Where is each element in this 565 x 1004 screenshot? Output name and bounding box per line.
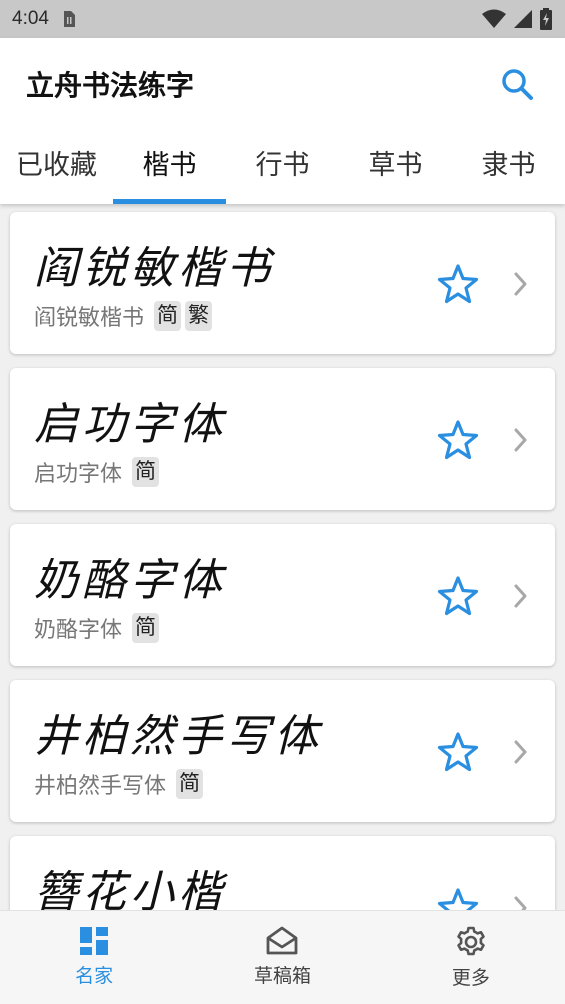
nav-label: 更多 xyxy=(451,967,490,989)
tab-xingshu[interactable]: 行书 xyxy=(226,130,339,204)
star-icon[interactable] xyxy=(436,262,480,306)
traditional-tag: 繁 xyxy=(185,301,213,331)
nav-drafts[interactable]: 草稿箱 xyxy=(188,911,376,1004)
app-bar: 立舟书法练字 已收藏 楷书 行书 草书 隶书 xyxy=(0,38,565,204)
simplified-tag: 简 xyxy=(132,457,160,487)
nav-label: 名家 xyxy=(75,965,114,987)
font-name: 奶酪字体 xyxy=(34,618,123,643)
nav-label: 草稿箱 xyxy=(253,965,311,987)
status-bar: 4:04 xyxy=(0,0,565,38)
tab-favorites[interactable]: 已收藏 xyxy=(0,130,113,204)
simplified-tag: 简 xyxy=(154,301,182,331)
font-card[interactable]: 奶酪字体 奶酪字体 简 xyxy=(10,524,555,666)
star-icon[interactable] xyxy=(436,418,480,462)
simplified-tag: 简 xyxy=(176,769,204,799)
font-list[interactable]: 阎锐敏楷书 阎锐敏楷书 简 繁 启功字体 启功字体 简 奶酪字体 奶酪字体 简 … xyxy=(0,204,565,910)
app-title: 立舟书法练字 xyxy=(26,69,195,102)
font-sample: 簪花小楷 xyxy=(34,867,226,910)
bottom-nav: 名家 草稿箱 更多 xyxy=(0,910,565,1004)
nav-masters[interactable]: 名家 xyxy=(0,911,188,1004)
font-sample: 井柏然手写体 xyxy=(34,711,322,762)
font-card[interactable]: 井柏然手写体 井柏然手写体 简 xyxy=(10,680,555,822)
simplified-tag: 简 xyxy=(132,613,160,643)
search-button[interactable] xyxy=(497,64,537,104)
status-time: 4:04 xyxy=(12,8,49,29)
app-screen: 4:04 立舟书法练字 已收藏 楷书 行书 草书 隶书 阎锐敏楷书 阎锐敏楷书 … xyxy=(0,0,565,1004)
category-tabs: 已收藏 楷书 行书 草书 隶书 xyxy=(0,130,565,204)
search-icon xyxy=(502,69,533,100)
font-meta: 井柏然手写体 简 xyxy=(34,768,204,800)
font-card[interactable]: 启功字体 启功字体 简 xyxy=(10,368,555,510)
chevron-right-icon[interactable] xyxy=(508,426,532,454)
tab-caoshu[interactable]: 草书 xyxy=(339,130,452,204)
mail-icon xyxy=(267,926,298,955)
font-meta: 阎锐敏楷书 简 繁 xyxy=(34,300,213,332)
sim-card-icon xyxy=(63,11,75,27)
dashboard-icon xyxy=(80,927,109,955)
font-card[interactable]: 簪花小楷 xyxy=(10,836,555,910)
font-meta: 奶酪字体 简 xyxy=(34,612,160,644)
font-meta: 启功字体 简 xyxy=(34,456,160,488)
nav-more[interactable]: 更多 xyxy=(377,911,565,1004)
chevron-right-icon[interactable] xyxy=(508,894,532,910)
star-icon[interactable] xyxy=(436,886,480,910)
font-name: 井柏然手写体 xyxy=(34,774,167,799)
font-name: 启功字体 xyxy=(34,462,123,487)
wifi-icon xyxy=(482,9,506,28)
chevron-right-icon[interactable] xyxy=(508,270,532,298)
font-sample: 阎锐敏楷书 xyxy=(34,243,274,294)
battery-icon xyxy=(540,8,552,30)
gear-icon xyxy=(457,926,485,956)
tab-lishu[interactable]: 隶书 xyxy=(452,130,565,204)
font-card[interactable]: 阎锐敏楷书 阎锐敏楷书 简 繁 xyxy=(10,212,555,354)
font-name: 阎锐敏楷书 xyxy=(34,306,145,331)
chevron-right-icon[interactable] xyxy=(508,738,532,766)
font-sample: 启功字体 xyxy=(34,399,226,450)
font-sample: 奶酪字体 xyxy=(34,555,226,606)
chevron-right-icon[interactable] xyxy=(508,582,532,610)
star-icon[interactable] xyxy=(436,730,480,774)
tab-kaishu[interactable]: 楷书 xyxy=(113,130,226,204)
star-icon[interactable] xyxy=(436,574,480,618)
signal-icon xyxy=(514,10,532,28)
